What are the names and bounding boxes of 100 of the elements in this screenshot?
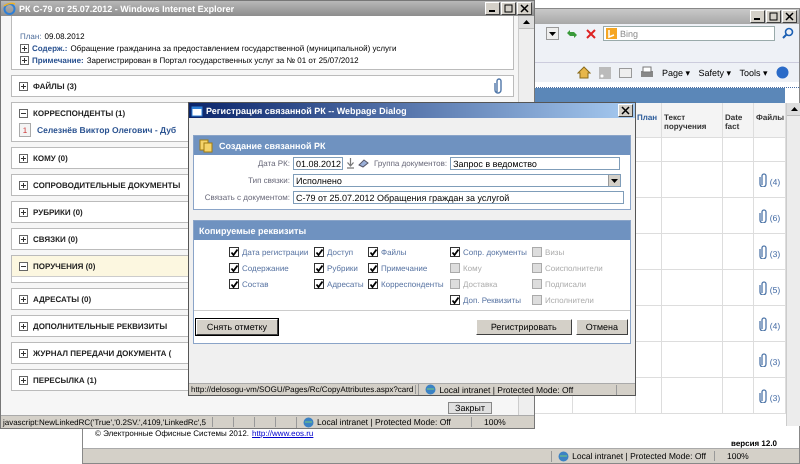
expand-icon[interactable] [19, 348, 28, 358]
close-button[interactable]: Закрыт [448, 402, 492, 414]
scroll-up-button[interactable] [787, 103, 800, 116]
expand-icon[interactable] [19, 208, 28, 216]
checkbox-label[interactable]: Файлы [381, 248, 406, 256]
section-title[interactable]: ФАЙЛЫ (3) [33, 82, 489, 90]
download-arrow-icon[interactable] [346, 158, 355, 169]
paperclip-icon[interactable] [758, 280, 768, 294]
paperclip-icon[interactable] [758, 244, 768, 258]
security-zone-status: Local intranet | Protected Mode: Off [551, 450, 712, 462]
checkbox-label[interactable]: Рубрики [327, 264, 358, 272]
expand-icon[interactable] [20, 56, 29, 65]
maximize-button[interactable] [766, 10, 781, 23]
field-label: Дата РК: [256, 159, 290, 168]
zoom-control[interactable]: 100% [471, 417, 534, 427]
checkbox[interactable] [229, 279, 239, 289]
field-label: Связать с документом: [204, 193, 290, 202]
uncheck-button[interactable]: Снять отметку [196, 319, 278, 335]
expand-icon[interactable] [19, 262, 28, 270]
checkbox-label[interactable]: Дата регистрации [242, 248, 308, 256]
close-button[interactable] [618, 104, 633, 117]
checkbox[interactable] [450, 247, 460, 257]
expand-icon[interactable] [19, 322, 28, 330]
date-field[interactable]: 01.08.2012 [293, 157, 343, 170]
file-count[interactable]: (3) [770, 352, 780, 366]
paperclip-icon[interactable] [758, 352, 768, 366]
zoom-control[interactable]: 100% [714, 451, 785, 461]
paperclip-icon[interactable] [494, 78, 503, 94]
expand-icon[interactable] [19, 108, 28, 118]
checkbox[interactable] [368, 247, 378, 257]
browser-icon [3, 2, 16, 15]
checkbox-label[interactable]: Корреспонденты [381, 280, 444, 288]
checkbox-label[interactable]: Адресаты [327, 280, 364, 288]
checkbox-label[interactable]: Состав [242, 280, 268, 288]
correspondent-link[interactable]: Селезнёв Виктор Олегович - Дуб [37, 125, 176, 135]
search-engine-icon [606, 28, 617, 39]
paperclip-icon[interactable] [758, 316, 768, 330]
minimize-button[interactable] [750, 10, 765, 23]
checkbox-label[interactable]: Сопр. документы [463, 248, 527, 256]
globe-icon [425, 384, 436, 395]
documents-icon [199, 138, 213, 152]
scrollbar[interactable] [786, 103, 800, 426]
checkbox-label[interactable]: Доступ [327, 248, 354, 256]
dropdown-field[interactable]: Исполнено [293, 174, 621, 187]
refresh-icon[interactable] [565, 28, 579, 40]
file-count[interactable]: (3) [770, 244, 780, 258]
print-icon[interactable] [640, 66, 654, 79]
checkbox-label[interactable]: Доп. Реквизиты [463, 296, 521, 304]
close-icon [621, 106, 630, 115]
checkbox-label[interactable]: Примечание [381, 264, 428, 272]
expand-icon[interactable] [19, 154, 28, 162]
paperclip-icon[interactable] [758, 172, 768, 186]
expand-icon[interactable] [19, 234, 28, 244]
paperclip-icon[interactable] [758, 208, 768, 222]
text-field[interactable]: С-79 от 25.07.2012 Обращения граждан за услугой [293, 191, 624, 204]
expand-icon[interactable] [19, 180, 28, 190]
search-icon[interactable] [781, 27, 795, 40]
checkbox[interactable] [368, 279, 378, 289]
expand-icon[interactable] [19, 294, 28, 304]
window-title: РК С-79 от 25.07.2012 - Windows Internet Explorer [19, 4, 236, 14]
file-count[interactable]: (3) [770, 388, 780, 402]
version-text: версия 12.0 [731, 440, 777, 448]
file-count[interactable]: (4) [770, 172, 780, 186]
website-link[interactable]: http://www.eos.ru [252, 429, 314, 438]
close-button[interactable] [517, 2, 532, 15]
text-field[interactable]: Запрос в ведомство [450, 157, 620, 170]
caret-icon [549, 32, 556, 36]
paperclip-icon[interactable] [758, 388, 768, 402]
checkbox[interactable] [314, 247, 324, 257]
close-button[interactable] [782, 10, 797, 23]
maximize-button[interactable] [501, 2, 516, 15]
checkbox[interactable] [314, 263, 324, 273]
command-menu[interactable]: Page ▾ [662, 68, 690, 78]
cancel-button[interactable]: Отмена [576, 319, 628, 335]
register-button[interactable]: Регистрировать [476, 319, 572, 335]
checkbox[interactable] [314, 279, 324, 289]
checkbox[interactable] [229, 247, 239, 257]
command-menu[interactable]: Safety ▾ [698, 68, 732, 78]
dialog-title: Регистрация связанной РК -- Webpage Dialog [206, 106, 408, 116]
checkbox[interactable] [368, 263, 378, 273]
close-icon [785, 12, 794, 21]
checkbox-label[interactable]: Содержание [242, 264, 289, 272]
file-count[interactable]: (6) [770, 208, 780, 222]
home-icon[interactable] [576, 66, 591, 79]
checkbox[interactable] [450, 295, 460, 305]
expand-icon[interactable] [20, 44, 29, 53]
minimize-button[interactable] [485, 2, 500, 15]
search-field[interactable]: Bing [603, 26, 775, 41]
expand-icon[interactable] [19, 376, 28, 384]
arrow-up-icon [790, 107, 798, 111]
maximize-icon [504, 4, 513, 13]
stop-icon[interactable] [585, 28, 597, 40]
command-menu[interactable]: Tools ▾ [739, 68, 768, 78]
scroll-up-button[interactable] [519, 16, 534, 29]
expand-icon[interactable] [19, 82, 28, 90]
field-value: 09.08.2012 [44, 32, 85, 41]
checkbox[interactable] [229, 263, 239, 273]
dropdown-button[interactable] [546, 27, 559, 40]
file-count[interactable]: (5) [770, 280, 780, 294]
file-count[interactable]: (4) [770, 316, 780, 330]
